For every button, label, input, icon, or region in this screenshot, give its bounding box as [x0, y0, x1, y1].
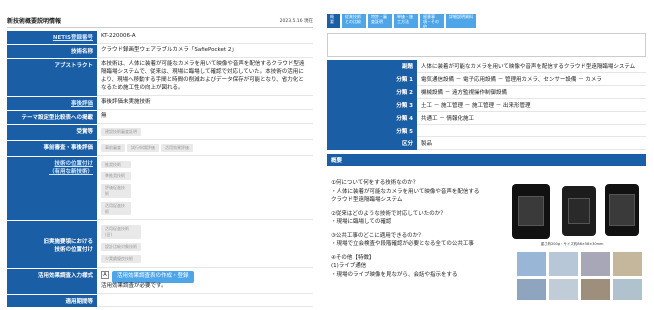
subtitle-value: 人体に装着が可能なカメラを用いて映像や音声を配信するクラウド型遠隔臨場システム [417, 60, 646, 73]
usage-photo [549, 252, 578, 276]
tab-overview[interactable]: 概要 [327, 14, 340, 28]
period-row: 適用期間等 [7, 294, 313, 308]
effect-eval-chip: 活用効果評価 [161, 143, 193, 152]
use-promotion-chip: 活用促進技術 [101, 201, 131, 216]
period-label: 適用期間等 [7, 294, 97, 307]
theme-row: テーマ設定型比較表への掲載 無 [7, 110, 313, 125]
tech-name-value: クラウド録画型ウェアラブルカメラ「SafiePocket 2」 [97, 44, 313, 58]
usage-photo [581, 252, 610, 276]
abstract-label: アブストラクト [7, 58, 97, 96]
usage-photo [613, 252, 642, 276]
old-positioning-row: 旧実施要領における 技術の位置付け 活用促進技術 (旧) 設計比較対象技術 少実績… [7, 221, 313, 269]
class5-row: 分類 5 [327, 125, 646, 137]
tab-details[interactable]: 詳細説明資料 [446, 14, 476, 28]
overview-text: ①何について何をする技術なのか？ ・人体に装着が可能なカメラを用いて映像や音声を… [331, 180, 480, 278]
survey-note: 活用効果調査が必要です。 [101, 282, 167, 289]
positioning-label-link[interactable]: 技術の位置付け （有用な新技術） [7, 156, 97, 221]
pre-review-chip: 事前審査 [101, 143, 125, 152]
tech-name-row: 技術名称 クラウド録画型ウェアラブルカメラ「SafiePocket 2」 [7, 44, 313, 59]
detail-panel: 概要 従来技術との比較 特許・審査証明 単価・施工方法 留意事項・その他 詳細説… [327, 14, 646, 300]
tab-notes[interactable]: 留意事項・その他 [420, 14, 444, 28]
category-row: 区分 製品 [327, 137, 646, 150]
netis-label-link[interactable]: NETIS登録番号 [7, 31, 97, 44]
usage-photo [613, 278, 642, 300]
tab-price[interactable]: 単価・施工方法 [394, 14, 418, 28]
a-icon: A [101, 271, 109, 280]
subtitle-row: 副題 人体に装着が可能なカメラを用いて映像や音声を配信するクラウド型遠隔臨場システ… [327, 60, 646, 73]
usage-photo [581, 278, 610, 300]
recommended-chip: 推奨技術 [101, 160, 131, 169]
award-label: 受賞等 [7, 124, 97, 140]
effect-survey-label: 活用効果調査入力様式 [7, 268, 97, 294]
post-eval-row: 事後評価 事後評価未実施技術 [7, 96, 313, 111]
camera-back-image [605, 184, 639, 236]
netis-value: KT-220006-A [97, 31, 313, 44]
old-use-promotion-chip: 活用促進技術 (旧) [101, 225, 141, 240]
class3-row: 分類 3 土工 － 施工管理 － 施工管理 － 出来形管理 [327, 99, 646, 112]
page-title: 新技術概要説明情報 [7, 18, 62, 25]
overview-heading: 概要 [327, 154, 646, 166]
positioning-row: 技術の位置付け （有用な新技術） 推奨技術 準推奨技術 評価促進技術 活用促進技術 [7, 156, 313, 222]
theme-label: テーマ設定型比較表への掲載 [7, 110, 97, 124]
award-row: 受賞等 建設技術審査証明 [7, 124, 313, 141]
award-chip: 建設技術審査証明 [101, 127, 141, 136]
trial-eval-chip: 試行申請評価 [127, 143, 159, 152]
old-positioning-label: 旧実施要領における 技術の位置付け [7, 221, 97, 268]
product-caption: 重さ約200g・サイズ約86×58×30mm [540, 242, 604, 246]
theme-value: 無 [97, 110, 313, 124]
pre-review-row: 事前審査・事後評価 事前審査 試行申請評価 活用効果評価 [7, 140, 313, 157]
netis-row: NETIS登録番号 KT-220006-A [7, 31, 313, 45]
class2-row: 分類 2 機械設備 － 遠方監視操作制御設備 [327, 86, 646, 99]
post-eval-label-link[interactable]: 事後評価 [7, 96, 97, 110]
abstract-value: 本技術は、人体に装着が可能なカメラを用いて映像や音声を配信するクラウド型遠隔臨場… [97, 58, 313, 96]
usage-photo [517, 278, 546, 300]
period-value [97, 294, 313, 307]
class4-row: 分類 4 共通工 － 情報化施工 [327, 112, 646, 125]
few-record-chip: 少実績優良技術 [101, 254, 141, 263]
usage-photo [549, 278, 578, 300]
usage-photos [517, 252, 642, 300]
create-survey-button[interactable]: 活用効果調査表の作成・登録 [112, 270, 194, 283]
tab-patent[interactable]: 特許・審査証明 [368, 14, 392, 28]
eval-promotion-chip: 評価促進技術 [101, 184, 131, 198]
pre-review-label: 事前審査・事後評価 [7, 140, 97, 156]
tech-name-label: 技術名称 [7, 44, 97, 58]
panel-header: 新技術概要説明情報 2023.5.16 現在 [7, 14, 313, 28]
tab-compare[interactable]: 従来技術との比較 [342, 14, 366, 28]
usage-photo [517, 252, 546, 276]
summary-box [327, 33, 646, 57]
effect-survey-row: 活用効果調査入力様式 A 活用効果調査表の作成・登録 活用効果調査が必要です。 [7, 268, 313, 295]
semi-recommended-chip: 準推奨技術 [101, 172, 131, 181]
date-label: 2023.5.16 現在 [279, 18, 313, 24]
post-eval-value: 事後評価未実施技術 [97, 96, 313, 110]
abstract-row: アブストラクト 本技術は、人体に装着が可能なカメラを用いて映像や音声を配信するク… [7, 58, 313, 97]
design-compare-chip: 設計比較対象技術 [101, 243, 141, 251]
camera-side-image [562, 186, 596, 236]
class1-row: 分類 1 電気通信設備 － 電子応用設備 － 管理用カメラ、センサー設備 － カメ… [327, 73, 646, 86]
camera-front-image [512, 184, 550, 239]
detail-tabs: 概要 従来技術との比較 特許・審査証明 単価・施工方法 留意事項・その他 詳細説… [327, 14, 646, 28]
tech-summary-panel: 新技術概要説明情報 2023.5.16 現在 NETIS登録番号 KT-2200… [7, 14, 313, 308]
